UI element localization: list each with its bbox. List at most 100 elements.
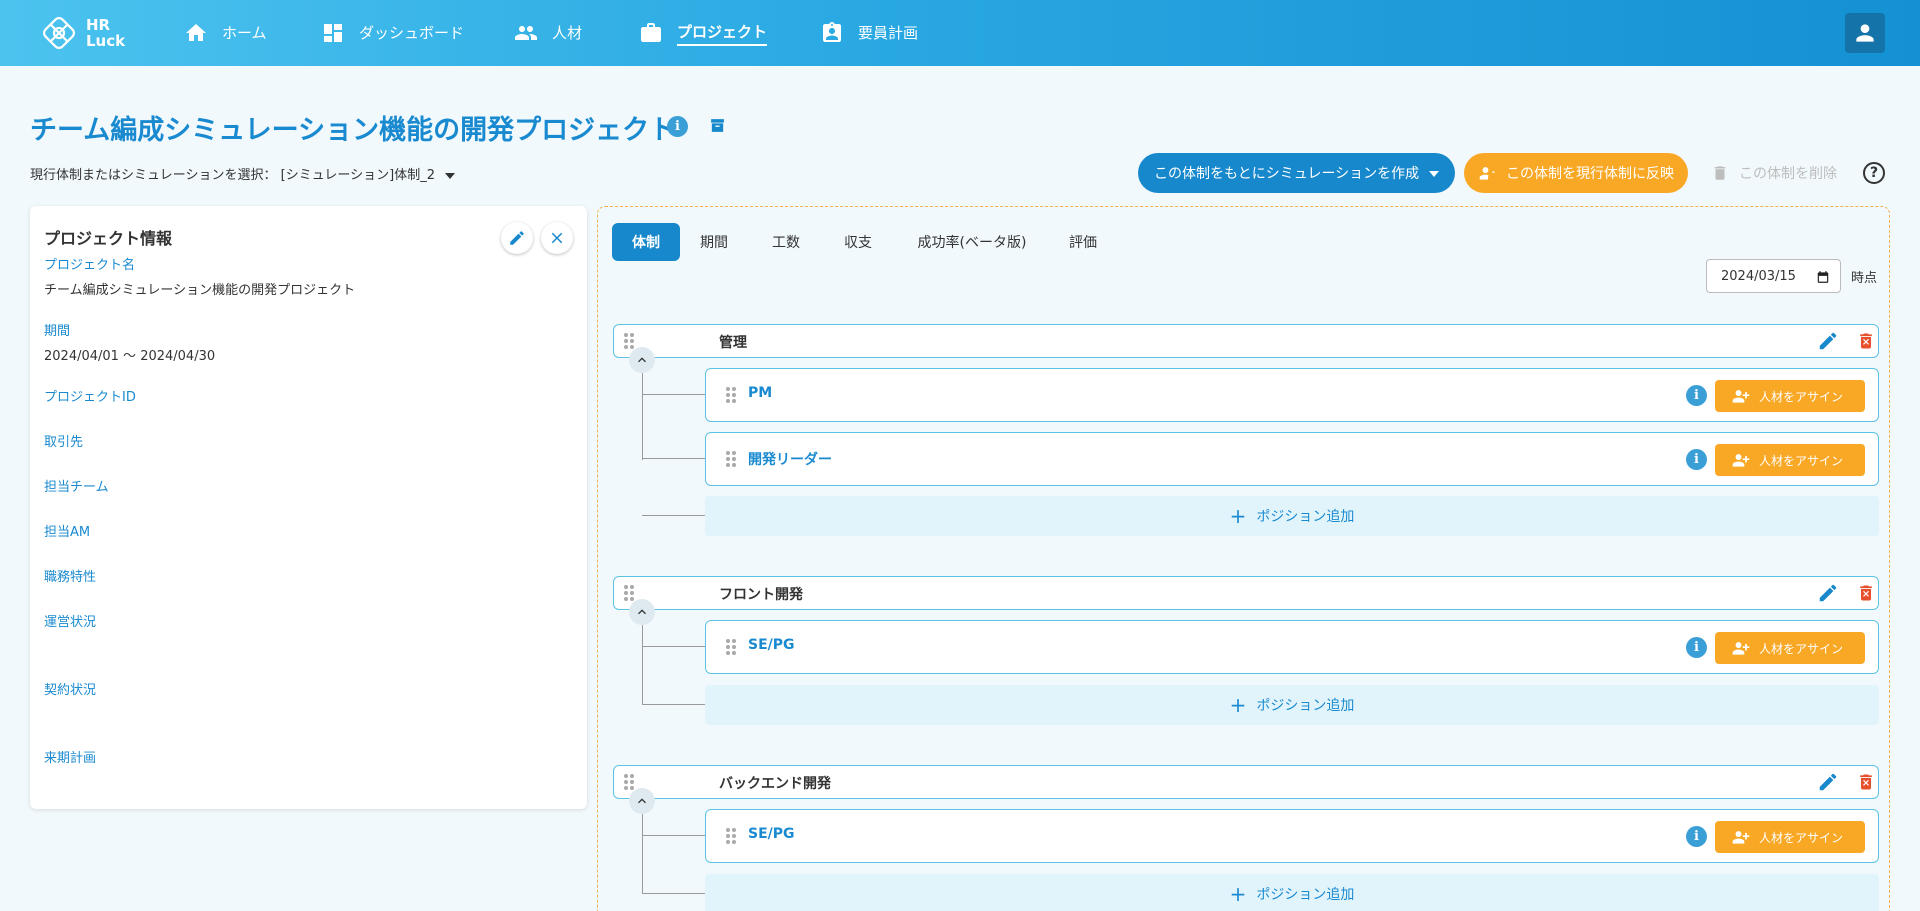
tree-line: [642, 893, 705, 894]
add-position-label: ポジション追加: [1256, 698, 1355, 714]
position-row[interactable]: SE/PG i 人材をアサイン: [705, 620, 1879, 674]
nav-item-project[interactable]: プロジェクト: [639, 0, 768, 66]
assign-person-button[interactable]: 人材をアサイン: [1715, 821, 1865, 853]
assign-label: 人材をアサイン: [1759, 830, 1844, 845]
group-row[interactable]: バックエンド開発: [613, 765, 1879, 799]
badge-icon: [823, 22, 841, 42]
trash-icon: [1714, 166, 1726, 180]
top-navigation-bar: HR Luck ホーム ダッシュボード 人材 プロジェクト 要員計画: [0, 0, 1920, 66]
info-icon[interactable]: i: [1686, 449, 1707, 470]
tab-effort[interactable]: 工数: [760, 223, 812, 261]
plus-icon: +: [1229, 504, 1247, 528]
collapse-button[interactable]: [629, 347, 655, 373]
group-name: バックエンド開発: [719, 776, 831, 792]
nav-label: 要員計画: [858, 23, 919, 42]
people-swap-icon: [1479, 167, 1496, 180]
field-label-operation-status: 運営状況: [44, 615, 97, 630]
add-position-button[interactable]: + ポジション追加: [705, 874, 1879, 911]
nav-item-home[interactable]: ホーム: [184, 0, 267, 66]
tree-line: [642, 625, 643, 704]
tree-line: [642, 646, 705, 647]
help-icon[interactable]: ?: [1863, 162, 1885, 184]
user-menu-button[interactable]: [1845, 13, 1885, 53]
drag-handle-icon[interactable]: [726, 639, 736, 655]
position-row[interactable]: PM i 人材をアサイン: [705, 368, 1879, 422]
info-icon[interactable]: i: [1686, 385, 1707, 406]
app-logo[interactable]: HR Luck: [38, 12, 125, 54]
selector-value: [シミュレーション]体制_2: [280, 168, 436, 183]
plus-icon: +: [1229, 882, 1247, 906]
close-panel-button[interactable]: [541, 222, 573, 254]
nav-label: 人材: [552, 23, 583, 42]
delete-icon[interactable]: [1856, 583, 1876, 603]
tab-income[interactable]: 収支: [832, 223, 884, 261]
delete-structure-button[interactable]: この体制を削除: [1697, 153, 1847, 193]
delete-icon[interactable]: [1856, 772, 1876, 792]
date-suffix: 時点: [1851, 271, 1878, 286]
info-icon[interactable]: i: [1686, 826, 1707, 847]
info-icon[interactable]: i: [1686, 637, 1707, 658]
field-label-contract-status: 契約状況: [44, 683, 97, 698]
drag-handle-icon[interactable]: [726, 828, 736, 844]
tab-structure[interactable]: 体制: [612, 223, 680, 261]
tab-success-rate[interactable]: 成功率(ベータ版): [907, 223, 1037, 261]
position-name: 開発リーダー: [748, 452, 832, 468]
nav-item-staffing-plan[interactable]: 要員計画: [820, 0, 918, 66]
assign-label: 人材をアサイン: [1759, 453, 1844, 468]
position-name: PM: [748, 385, 773, 401]
reflect-to-current-button[interactable]: この体制を現行体制に反映: [1464, 153, 1688, 193]
drag-handle-icon[interactable]: [624, 333, 634, 349]
delete-icon[interactable]: [1856, 331, 1876, 351]
assign-person-button[interactable]: 人材をアサイン: [1715, 444, 1865, 476]
assign-person-button[interactable]: 人材をアサイン: [1715, 380, 1865, 412]
group-row[interactable]: 管理: [613, 324, 1879, 358]
delete-label: この体制を削除: [1739, 166, 1837, 182]
person-add-icon: [1732, 454, 1750, 467]
info-icon[interactable]: i: [667, 116, 688, 137]
reflect-label: この体制を現行体制に反映: [1506, 166, 1674, 182]
collapse-button[interactable]: [629, 599, 655, 625]
drag-handle-icon[interactable]: [726, 451, 736, 467]
date-value: 2024/03/15: [1721, 268, 1796, 284]
add-position-label: ポジション追加: [1256, 887, 1355, 903]
field-value-project-name: チーム編成シミュレーション機能の開発プロジェクト: [44, 283, 356, 298]
home-icon: [186, 24, 206, 41]
pencil-icon[interactable]: [1817, 771, 1839, 793]
tab-period[interactable]: 期間: [688, 223, 740, 261]
field-label-team: 担当チーム: [44, 480, 109, 495]
assign-label: 人材をアサイン: [1759, 389, 1844, 404]
position-row[interactable]: SE/PG i 人材をアサイン: [705, 809, 1879, 863]
people-icon: [515, 26, 537, 40]
structure-selector[interactable]: 現行体制またはシミュレーションを選択： [シミュレーション]体制_2: [30, 164, 456, 183]
dashboard-icon: [324, 24, 342, 42]
caret-down-icon: [445, 172, 456, 179]
tree-line: [642, 394, 705, 395]
drag-handle-icon[interactable]: [624, 585, 634, 601]
pencil-icon[interactable]: [1817, 330, 1839, 352]
nav-item-people[interactable]: 人材: [514, 0, 582, 66]
field-label-next-plan: 来期計画: [44, 751, 97, 766]
create-simulation-button[interactable]: この体制をもとにシミュレーションを作成: [1138, 153, 1455, 193]
page-title: チーム編成シミュレーション機能の開発プロジェクト: [30, 115, 677, 146]
close-icon: [551, 232, 563, 244]
date-input[interactable]: 2024/03/15: [1706, 259, 1841, 293]
tree-line: [642, 814, 643, 893]
add-position-button[interactable]: + ポジション追加: [705, 496, 1879, 536]
archive-icon[interactable]: [709, 117, 726, 134]
drag-handle-icon[interactable]: [726, 387, 736, 403]
group-row[interactable]: フロント開発: [613, 576, 1879, 610]
assign-person-button[interactable]: 人材をアサイン: [1715, 632, 1865, 664]
position-row[interactable]: 開発リーダー i 人材をアサイン: [705, 432, 1879, 486]
person-add-icon: [1732, 831, 1750, 844]
edit-project-button[interactable]: [501, 222, 533, 254]
add-position-button[interactable]: + ポジション追加: [705, 685, 1879, 725]
nav-item-dashboard[interactable]: ダッシュボード: [321, 0, 464, 66]
collapse-button[interactable]: [629, 788, 655, 814]
project-info-card: プロジェクト情報 プロジェクト名 チーム編成シミュレーション機能の開発プロジェク…: [30, 206, 587, 809]
drag-handle-icon[interactable]: [624, 774, 634, 790]
pencil-icon[interactable]: [1817, 582, 1839, 604]
person-add-icon: [1732, 390, 1750, 403]
tab-evaluation[interactable]: 評価: [1057, 223, 1109, 261]
logo-mark-icon: [43, 17, 75, 49]
tree-line: [642, 458, 705, 459]
